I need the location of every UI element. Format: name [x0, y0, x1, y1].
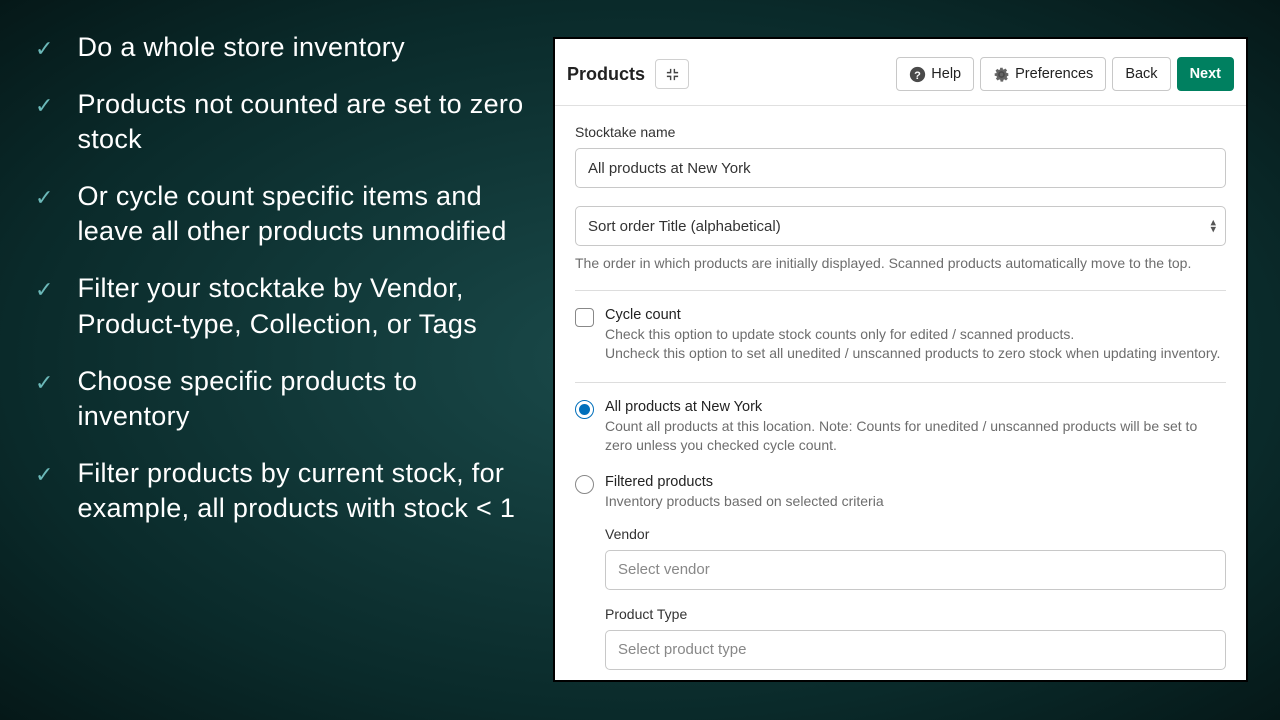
chevron-updown-icon: ▴▾	[1210, 219, 1216, 232]
preferences-button[interactable]: Preferences	[980, 57, 1106, 91]
sort-order-label: Sort order	[588, 218, 655, 235]
back-button[interactable]: Back	[1112, 57, 1170, 91]
scope-filtered-desc: Inventory products based on selected cri…	[605, 492, 1226, 512]
check-icon: ✓	[35, 462, 53, 488]
check-icon: ✓	[35, 36, 53, 62]
feature-bullet-list: ✓ Do a whole store inventory ✓ Products no…	[0, 0, 545, 720]
scope-all-title: All products at New York	[605, 399, 1226, 415]
bullet-text: Products not counted are set to zero sto…	[77, 87, 525, 157]
page-title: Products	[567, 64, 645, 85]
check-icon: ✓	[35, 370, 53, 396]
svg-text:?: ?	[914, 69, 921, 81]
divider	[575, 290, 1226, 291]
header-bar: Products ? Help Preferences Back Next	[555, 39, 1246, 106]
vendor-label: Vendor	[605, 526, 1226, 542]
divider	[575, 382, 1226, 383]
stocktake-name-label: Stocktake name	[575, 124, 1226, 140]
product-type-input[interactable]	[605, 630, 1226, 670]
collapse-button[interactable]	[655, 59, 689, 89]
stocktake-app-window: Products ? Help Preferences Back Next St…	[553, 37, 1248, 682]
gear-icon	[993, 66, 1010, 83]
bullet-text: Filter your stocktake by Vendor, Product…	[77, 271, 525, 341]
bullet-text: Do a whole store inventory	[77, 30, 404, 65]
stocktake-name-input[interactable]	[575, 148, 1226, 188]
check-icon: ✓	[35, 93, 53, 119]
sort-order-hint: The order in which products are initiall…	[575, 254, 1226, 274]
collapse-icon	[665, 67, 680, 82]
bullet-text: Choose specific products to inventory	[77, 364, 525, 434]
help-button[interactable]: ? Help	[896, 57, 974, 91]
check-icon: ✓	[35, 277, 53, 303]
scope-all-desc: Count all products at this location. Not…	[605, 417, 1226, 456]
bullet-text: Filter products by current stock, for ex…	[77, 456, 525, 526]
sort-order-select[interactable]: Sort order Title (alphabetical) ▴▾	[575, 206, 1226, 246]
bullet-text: Or cycle count specific items and leave …	[77, 179, 525, 249]
scope-all-radio[interactable]	[575, 400, 594, 419]
cycle-count-checkbox[interactable]	[575, 308, 594, 327]
help-icon: ?	[909, 66, 926, 83]
sort-order-value: Title (alphabetical)	[659, 218, 781, 235]
check-icon: ✓	[35, 185, 53, 211]
cycle-count-title: Cycle count	[605, 307, 1226, 323]
next-button[interactable]: Next	[1177, 57, 1234, 91]
cycle-count-desc: Check this option to update stock counts…	[605, 325, 1226, 364]
scope-filtered-title: Filtered products	[605, 474, 1226, 490]
scope-filtered-radio[interactable]	[575, 475, 594, 494]
vendor-input[interactable]	[605, 550, 1226, 590]
product-type-label: Product Type	[605, 606, 1226, 622]
